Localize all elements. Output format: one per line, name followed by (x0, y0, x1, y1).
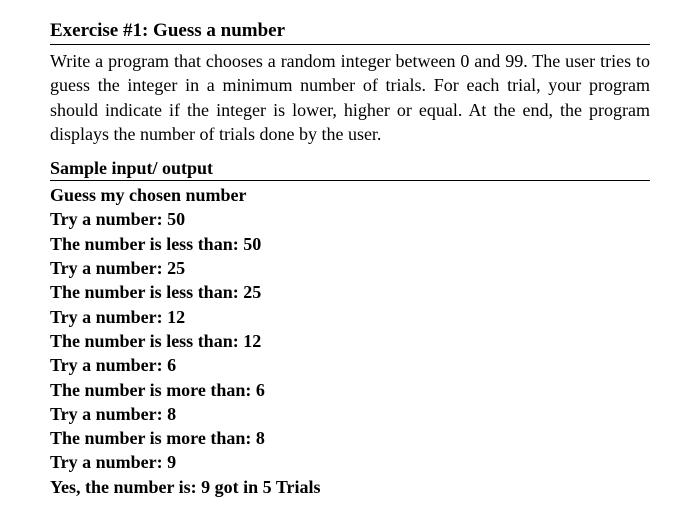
exercise-title: Exercise #1: Guess a number (50, 20, 650, 45)
sample-line: The number is less than: 12 (50, 329, 650, 353)
sample-line: Guess my chosen number (50, 183, 650, 207)
sample-line: Try a number: 25 (50, 256, 650, 280)
sample-heading: Sample input/ output (50, 158, 650, 181)
sample-line: Try a number: 8 (50, 402, 650, 426)
sample-line: The number is less than: 25 (50, 280, 650, 304)
sample-line: The number is more than: 6 (50, 378, 650, 402)
sample-line: Try a number: 9 (50, 450, 650, 474)
sample-line: The number is more than: 8 (50, 426, 650, 450)
sample-line: Try a number: 12 (50, 305, 650, 329)
sample-line: The number is less than: 50 (50, 232, 650, 256)
sample-output-block: Guess my chosen number Try a number: 50 … (50, 183, 650, 499)
exercise-description: Write a program that chooses a random in… (50, 49, 650, 146)
sample-line: Yes, the number is: 9 got in 5 Trials (50, 475, 650, 499)
sample-line: Try a number: 50 (50, 207, 650, 231)
sample-line: Try a number: 6 (50, 353, 650, 377)
